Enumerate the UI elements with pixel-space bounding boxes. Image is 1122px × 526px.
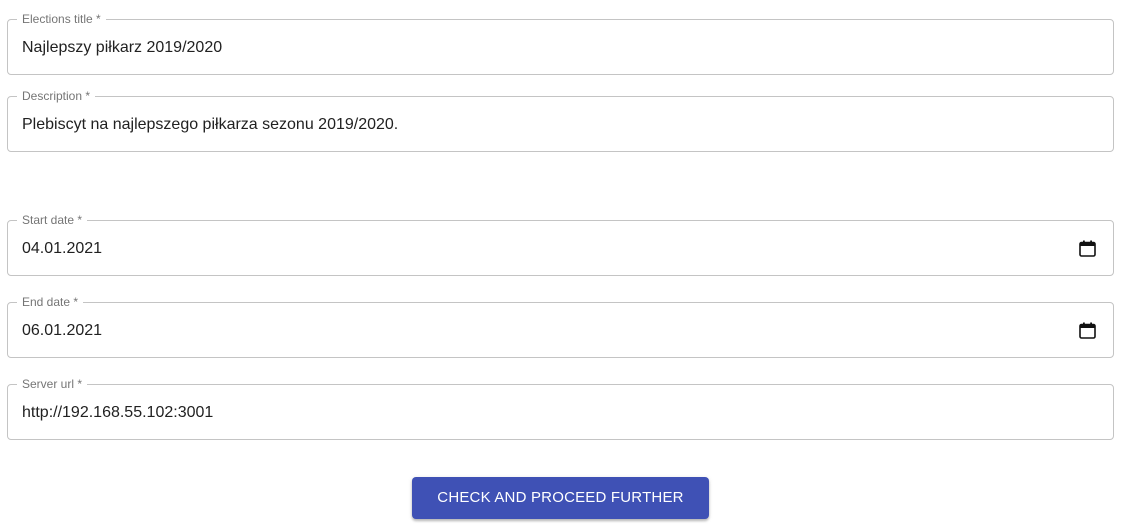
end-date-field[interactable]: End date * 06.01.2021 bbox=[7, 295, 1114, 358]
calendar-icon[interactable] bbox=[1079, 240, 1096, 257]
server-url-input[interactable]: http://192.168.55.102:3001 bbox=[22, 403, 213, 422]
election-form: Elections title * Najlepszy piłkarz 2019… bbox=[0, 0, 1122, 526]
end-date-label: End date * bbox=[17, 295, 84, 309]
server-url-label: Server url * bbox=[17, 377, 88, 391]
elections-title-label: Elections title * bbox=[17, 12, 106, 26]
check-and-proceed-button[interactable]: CHECK AND PROCEED FURTHER bbox=[412, 477, 709, 519]
description-field[interactable]: Description * Plebiscyt na najlepszego p… bbox=[7, 89, 1114, 152]
calendar-icon[interactable] bbox=[1079, 322, 1096, 339]
start-date-field[interactable]: Start date * 04.01.2021 bbox=[7, 213, 1114, 276]
end-date-input[interactable]: 06.01.2021 bbox=[22, 321, 102, 340]
description-label: Description * bbox=[17, 89, 96, 103]
elections-title-field[interactable]: Elections title * Najlepszy piłkarz 2019… bbox=[7, 12, 1114, 75]
server-url-field[interactable]: Server url * http://192.168.55.102:3001 bbox=[7, 377, 1114, 440]
description-input[interactable]: Plebiscyt na najlepszego piłkarza sezonu… bbox=[22, 115, 398, 134]
start-date-input[interactable]: 04.01.2021 bbox=[22, 239, 102, 258]
start-date-label: Start date * bbox=[17, 213, 88, 227]
elections-title-input[interactable]: Najlepszy piłkarz 2019/2020 bbox=[22, 38, 222, 57]
